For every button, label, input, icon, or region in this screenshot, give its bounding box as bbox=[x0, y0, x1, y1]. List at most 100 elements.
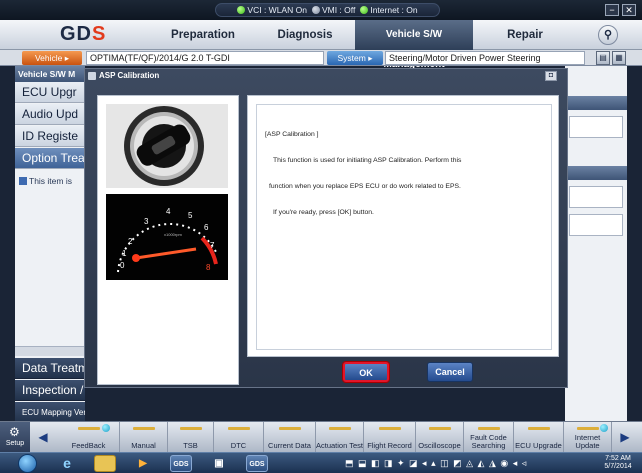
system-field: Steering/Motor Driven Power Steering bbox=[385, 51, 585, 65]
gds-logo: GDS bbox=[60, 23, 107, 45]
sidebar-header: Vehicle S/W M bbox=[15, 66, 85, 82]
svg-text:3: 3 bbox=[144, 217, 149, 226]
panel-header bbox=[565, 166, 627, 180]
vci-led-icon bbox=[237, 6, 246, 14]
message-pane: [ASP Calibration ] This function is used… bbox=[247, 95, 559, 357]
taskbar-gds-1[interactable]: GDS bbox=[170, 455, 192, 472]
tool-icon bbox=[527, 427, 550, 430]
sidebar-scrollbar[interactable] bbox=[15, 346, 85, 356]
tool-icon bbox=[576, 427, 599, 430]
tab-vehicle-sw-management[interactable]: Vehicle S/W Management bbox=[355, 20, 473, 70]
media-player-icon[interactable]: ▶ bbox=[132, 455, 154, 472]
main-nav: GDS Preparation Diagnosis Vehicle S/W Ma… bbox=[0, 20, 642, 70]
sidebar: Vehicle S/W M ECU Upgr Audio Upd ID Regi… bbox=[15, 66, 85, 426]
internet-explorer-icon[interactable]: e bbox=[56, 455, 78, 472]
vmi-led-icon bbox=[311, 6, 320, 14]
vci-status: VCI : WLAN On bbox=[237, 5, 307, 15]
tab-preparation[interactable]: Preparation bbox=[148, 20, 258, 50]
ignition-switch-image bbox=[106, 104, 228, 188]
message-line-1: This function is used for initiating ASP… bbox=[273, 157, 462, 164]
os-taskbar: e ▶ GDS ▣ GDS ⬒ ⬓ ◧ ◨ ✦ ◪ ◂ ▴ ◫ ◩ ◬ ◭ ◮ … bbox=[0, 452, 642, 473]
sidebar-item-id-register[interactable]: ID Registe bbox=[15, 126, 85, 147]
message-box: [ASP Calibration ] This function is used… bbox=[256, 104, 552, 350]
scroll-left-icon[interactable]: ◀ bbox=[36, 426, 50, 448]
tool-ecu-upgrade[interactable]: ECU Upgrade bbox=[514, 422, 564, 453]
sidebar-item-data-treatment[interactable]: Data Treatm bbox=[15, 358, 85, 379]
status-bar: VCI : WLAN On VMI : Off Internet : On − … bbox=[0, 0, 642, 20]
message-heading: [ASP Calibration ] bbox=[265, 131, 319, 138]
clock-date: 5/7/2014 bbox=[604, 463, 632, 470]
illustration-pane: 2 3 4 5 6 7 8 x1000rpm 0 1 bbox=[97, 95, 239, 385]
panel-header bbox=[565, 96, 627, 110]
system-tray: ⬒ ⬓ ◧ ◨ ✦ ◪ ◂ ▴ ◫ ◩ ◬ ◭ ◮ ◉ ◂ ◃ bbox=[345, 458, 528, 468]
tool-tsb[interactable]: TSB bbox=[168, 422, 214, 453]
vehicle-system-bar: Vehicle ▸ OPTIMA(TF/QF)/2014/G 2.0 T-GDI… bbox=[0, 50, 642, 66]
svg-text:5: 5 bbox=[188, 211, 193, 220]
folder-icon[interactable] bbox=[94, 455, 116, 472]
internet-led-icon bbox=[360, 6, 369, 14]
close-window-button[interactable]: ✕ bbox=[622, 4, 636, 16]
tool-icon bbox=[428, 427, 451, 430]
dialog-close-icon[interactable]: ◘ bbox=[545, 71, 557, 81]
tool-icon bbox=[77, 427, 100, 430]
minimize-button[interactable]: − bbox=[605, 4, 619, 16]
message-line-2: function when you replace EPS ECU or do … bbox=[269, 183, 461, 190]
sidebar-item-option-treatment[interactable]: Option Treatr bbox=[15, 148, 85, 169]
svg-text:7: 7 bbox=[210, 241, 215, 250]
tool-fault-code-searching[interactable]: Fault Code Searching bbox=[464, 422, 514, 453]
print-icon[interactable]: ▤ bbox=[596, 51, 610, 65]
tool-icon bbox=[132, 427, 155, 430]
sidebar-item-inspection-test[interactable]: Inspection / Test bbox=[15, 380, 85, 401]
tool-actuation-test[interactable]: Actuation Test bbox=[316, 422, 364, 453]
gear-icon: ⚙ bbox=[9, 425, 20, 439]
cancel-button[interactable]: Cancel bbox=[427, 362, 473, 382]
panel-field bbox=[569, 116, 623, 138]
tool-manual[interactable]: Manual bbox=[120, 422, 168, 453]
gds-window: VCI : WLAN On VMI : Off Internet : On − … bbox=[0, 0, 642, 473]
asp-calibration-dialog: ASP Calibration ◘ 2 3 4 5 6 7 8 x1000rpm… bbox=[84, 68, 568, 388]
display-icon[interactable]: ▣ bbox=[208, 455, 230, 472]
tool-icon bbox=[179, 427, 202, 430]
connection-status: VCI : WLAN On VMI : Off Internet : On bbox=[215, 3, 440, 17]
scroll-right-icon[interactable]: ▶ bbox=[618, 426, 632, 448]
tool-current-data[interactable]: Current Data bbox=[264, 422, 316, 453]
tool-internet-update[interactable]: Internet Update bbox=[564, 422, 612, 453]
tool-dtc[interactable]: DTC bbox=[214, 422, 264, 453]
notification-dot-icon bbox=[600, 424, 608, 432]
sidebar-note: This item is bbox=[19, 176, 72, 186]
vehicle-button[interactable]: Vehicle ▸ bbox=[22, 51, 82, 65]
tool-oscilloscope[interactable]: Oscilloscope bbox=[416, 422, 464, 453]
tachometer-image: 2 3 4 5 6 7 8 x1000rpm 0 1 bbox=[106, 194, 228, 280]
dialog-title: ASP Calibration bbox=[99, 71, 160, 80]
info-icon bbox=[19, 177, 27, 185]
tool-icon bbox=[477, 427, 500, 430]
svg-text:6: 6 bbox=[204, 223, 209, 232]
system-button[interactable]: System ▸ bbox=[327, 51, 383, 65]
clock: 7:52 AM 5/7/2014 bbox=[598, 455, 638, 471]
tool-icon bbox=[328, 427, 351, 430]
gauge-caption: x1000rpm bbox=[164, 232, 182, 237]
tab-repair[interactable]: Repair bbox=[475, 20, 575, 50]
svg-text:0: 0 bbox=[120, 261, 125, 270]
svg-text:4: 4 bbox=[166, 207, 171, 216]
ok-button[interactable]: OK bbox=[343, 362, 389, 382]
tool-bar: ⚙ Setup ◀ FeedBack Manual TSB DTC Curren… bbox=[0, 421, 642, 453]
svg-text:2: 2 bbox=[128, 237, 133, 246]
taskbar-gds-2[interactable]: GDS bbox=[246, 455, 268, 472]
search-icon[interactable]: ⚲ bbox=[598, 25, 618, 45]
background-panel bbox=[565, 66, 627, 426]
tool-flight-record[interactable]: Flight Record bbox=[364, 422, 416, 453]
internet-status: Internet : On bbox=[360, 5, 418, 15]
start-button[interactable] bbox=[18, 454, 37, 473]
panel-field bbox=[569, 214, 623, 236]
notification-dot-icon bbox=[102, 424, 110, 432]
setup-button[interactable]: ⚙ Setup bbox=[0, 422, 30, 453]
layout-icon[interactable]: ▦ bbox=[612, 51, 626, 65]
sidebar-item-ecu-upgrade[interactable]: ECU Upgr bbox=[15, 82, 85, 103]
sidebar-item-audio-update[interactable]: Audio Upd bbox=[15, 104, 85, 125]
panel-field bbox=[569, 186, 623, 208]
tab-diagnosis[interactable]: Diagnosis bbox=[260, 20, 350, 50]
sidebar-item-ecu-mapping[interactable]: ECU Mapping Verification bbox=[15, 402, 85, 423]
tool-feedback[interactable]: FeedBack bbox=[58, 422, 120, 453]
tool-icon bbox=[278, 427, 301, 430]
